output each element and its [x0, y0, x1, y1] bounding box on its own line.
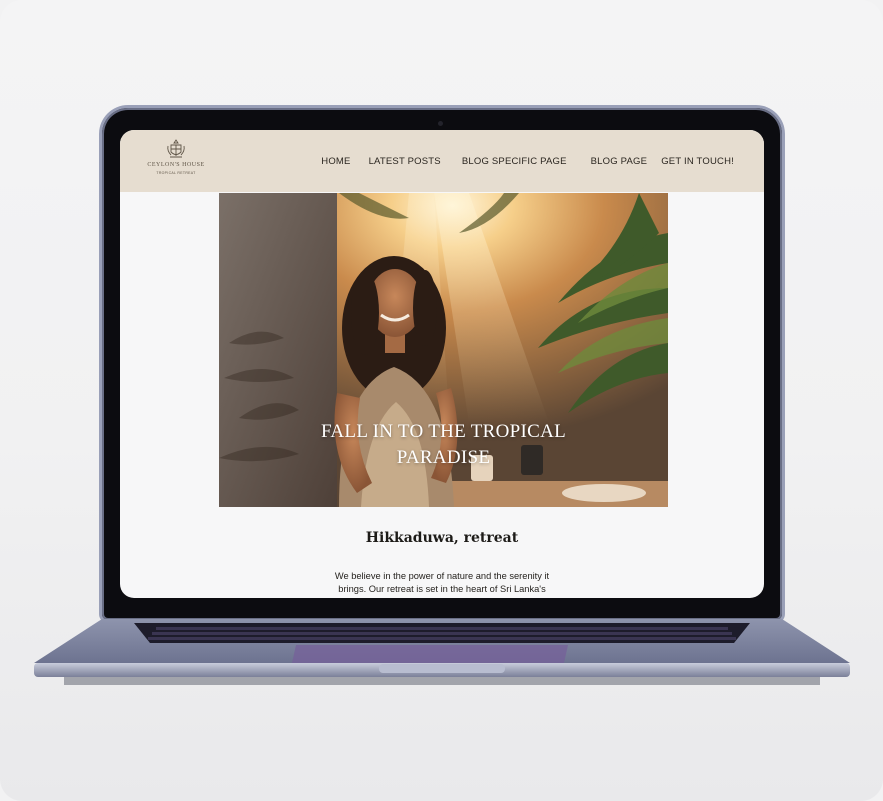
logo-title: CEYLON'S HOUSE — [147, 162, 205, 168]
crest-icon — [167, 139, 185, 158]
section-title: Hikkaduwa, retreat — [365, 530, 519, 546]
logo-subtitle: TROPICAL RETREAT — [156, 171, 196, 175]
laptop-screen: CEYLON'S HOUSE TROPICAL RETREAT HOME LAT… — [120, 130, 764, 598]
hero-image: FALL IN TO THE TROPICAL PARADISE — [219, 193, 668, 507]
hero-title-line1: FALL IN TO THE TROPICAL — [320, 421, 567, 442]
section-body-line1: We believe in the power of nature and th… — [334, 571, 550, 581]
main-nav: HOME LATEST POSTS BLOG SPECIFIC PAGE BLO… — [321, 156, 734, 167]
site-logo[interactable]: CEYLON'S HOUSE TROPICAL RETREAT — [144, 138, 208, 184]
laptop-base — [34, 619, 850, 685]
nav-blog-specific-page[interactable]: BLOG SPECIFIC PAGE — [462, 156, 567, 167]
section-body: We believe in the power of nature and th… — [317, 570, 567, 595]
hero-title: FALL IN TO THE TROPICAL PARADISE — [219, 419, 668, 471]
mockup-frame: CEYLON'S HOUSE TROPICAL RETREAT HOME LAT… — [0, 0, 883, 801]
nav-blog-page[interactable]: BLOG PAGE — [591, 156, 648, 167]
nav-get-in-touch[interactable]: GET IN TOUCH! — [661, 156, 734, 167]
section-body-line2: brings. Our retreat is set in the heart … — [338, 583, 546, 594]
hero-title-line2: PARADISE — [396, 447, 491, 468]
site-header: CEYLON'S HOUSE TROPICAL RETREAT HOME LAT… — [120, 130, 764, 192]
camera-icon — [438, 121, 443, 126]
nav-latest-posts[interactable]: LATEST POSTS — [369, 156, 441, 167]
nav-home[interactable]: HOME — [321, 156, 350, 167]
